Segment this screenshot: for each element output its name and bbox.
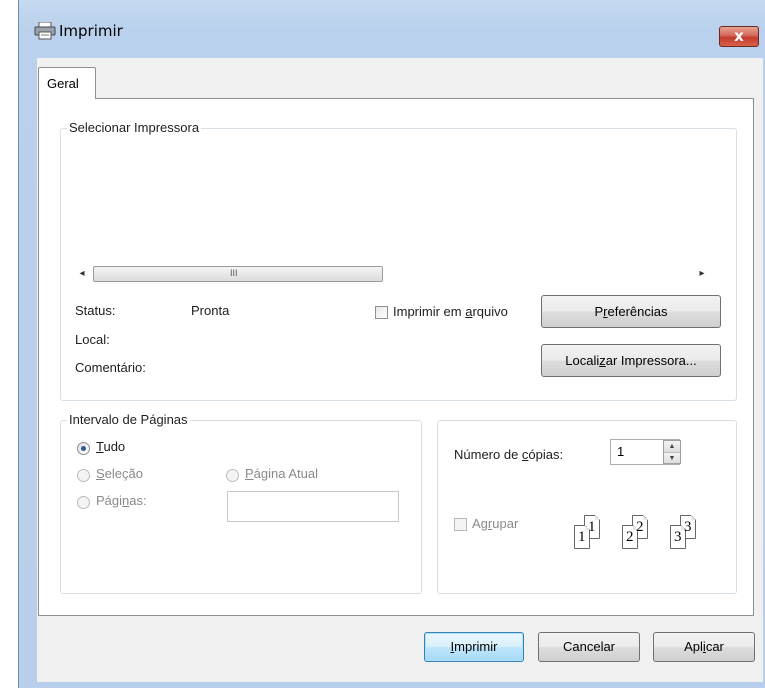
print-to-file-label[interactable]: Imprimir em arquivo <box>393 304 508 319</box>
scroll-thumb[interactable]: III <box>93 266 383 282</box>
spin-down-icon[interactable]: ▼ <box>664 452 680 463</box>
collate-number: 3 <box>684 519 692 535</box>
tab-geral[interactable]: Geral <box>38 67 96 99</box>
tab-label: Geral <box>47 76 79 91</box>
printer-group-label: Selecionar Impressora <box>67 120 202 135</box>
pages-label[interactable]: Páginas: <box>96 493 147 508</box>
current-page-label[interactable]: Página Atual <box>245 466 318 481</box>
scroll-grip-icon: III <box>230 268 238 278</box>
page-range-group-label: Intervalo de Páginas <box>67 412 190 427</box>
preferences-button[interactable]: Preferências <box>541 295 721 328</box>
scroll-left-icon[interactable]: ◂ <box>73 264 91 284</box>
cancel-button[interactable]: Cancelar <box>538 632 640 662</box>
collate-number: 1 <box>578 529 586 545</box>
printer-icon <box>34 21 56 40</box>
collate-number: 1 <box>588 519 596 535</box>
printer-group: Selecionar Impressora ◂ III ▸ Status: Pr… <box>60 120 737 401</box>
copies-label: Número de cópias: <box>454 447 564 462</box>
all-pages-label[interactable]: Tudo <box>96 439 125 454</box>
window-title: Imprimir <box>59 22 123 40</box>
collate-number: 3 <box>674 529 682 545</box>
status-label: Status: <box>75 303 116 318</box>
selection-label[interactable]: Seleção <box>96 466 143 481</box>
collate-checkbox[interactable] <box>454 518 467 531</box>
print-dialog-window: Imprimir x Geral Selecionar Impressora ◂… <box>18 0 765 688</box>
scroll-right-icon[interactable]: ▸ <box>693 264 711 284</box>
close-icon: x <box>734 27 744 45</box>
print-button[interactable]: Imprimir <box>424 632 524 662</box>
page-range-group: Intervalo de Páginas Tudo Seleção Página… <box>60 412 422 594</box>
radio-selection[interactable] <box>77 469 90 482</box>
apply-button[interactable]: Aplicar <box>653 632 755 662</box>
spin-up-icon[interactable]: ▲ <box>664 441 680 452</box>
comment-label: Comentário: <box>75 360 146 375</box>
status-value: Pronta <box>191 303 230 318</box>
radio-all-pages[interactable] <box>77 442 90 455</box>
radio-pages[interactable] <box>77 496 90 509</box>
collate-pages-icon: 1 1 2 2 3 3 <box>568 515 728 565</box>
pages-input[interactable] <box>227 491 399 522</box>
copies-spinner[interactable]: ▲ ▼ <box>663 440 681 464</box>
collate-number: 2 <box>626 529 634 545</box>
print-to-file-checkbox[interactable] <box>375 306 388 319</box>
collate-number: 2 <box>636 519 644 535</box>
collate-label[interactable]: Agrupar <box>472 516 518 531</box>
location-label: Local: <box>75 332 110 347</box>
radio-current-page[interactable] <box>226 469 239 482</box>
copies-group: Número de cópias: 1 ▲ ▼ Agrupar 1 1 2 2 <box>437 420 737 594</box>
find-printer-button[interactable]: Localizar Impressora... <box>541 344 721 377</box>
tab-panel-geral: Selecionar Impressora ◂ III ▸ Status: Pr… <box>38 98 754 616</box>
title-bar: Imprimir x <box>19 0 765 47</box>
printer-list-scrollbar[interactable]: ◂ III ▸ <box>73 264 723 284</box>
close-button[interactable]: x <box>719 26 759 47</box>
